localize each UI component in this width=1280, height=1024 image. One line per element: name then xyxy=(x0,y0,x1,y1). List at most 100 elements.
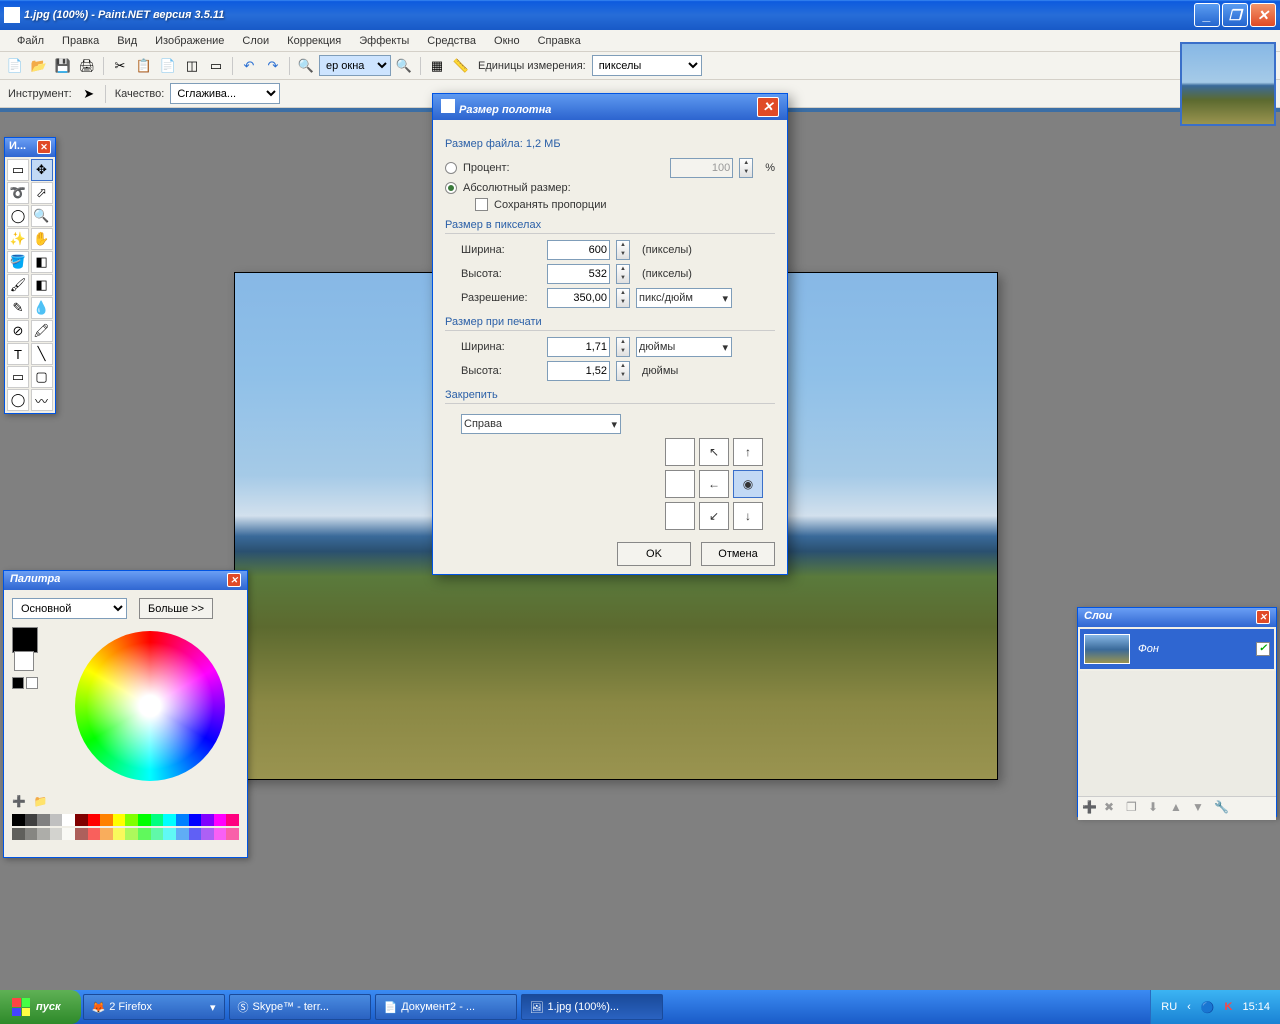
taskbar-firefox[interactable]: 🦊2 Firefox▾ xyxy=(83,994,225,1020)
move-selection-tool[interactable]: ⬀ xyxy=(31,182,53,204)
maximize-button[interactable]: ❐ xyxy=(1222,3,1248,27)
menu-tools[interactable]: Средства xyxy=(418,32,485,50)
deselect-icon[interactable]: ▭ xyxy=(205,55,227,77)
magic-wand-tool[interactable]: ✨ xyxy=(7,228,29,250)
anchor-select[interactable]: Справа xyxy=(461,414,621,434)
tools-close-icon[interactable]: ✕ xyxy=(37,140,51,154)
width-print-input[interactable] xyxy=(547,337,610,357)
menu-edit[interactable]: Правка xyxy=(53,32,108,50)
width-print-spinner[interactable]: ▲▼ xyxy=(616,337,630,357)
pencil-tool[interactable]: ✎ xyxy=(7,297,29,319)
layer-visible-checkbox[interactable]: ✓ xyxy=(1256,642,1270,656)
menu-layers[interactable]: Слои xyxy=(233,32,278,50)
lang-indicator[interactable]: RU xyxy=(1159,1001,1179,1013)
dialog-close-icon[interactable]: ✕ xyxy=(757,97,779,117)
gradient-tool[interactable]: ◧ xyxy=(31,251,53,273)
print-unit-select[interactable]: дюймы xyxy=(636,337,732,357)
taskbar-paintnet[interactable]: 🖼1.jpg (100%)... xyxy=(521,994,663,1020)
height-px-spinner[interactable]: ▲▼ xyxy=(616,264,630,284)
palette-folder-icon[interactable]: 📁 xyxy=(34,795,48,808)
line-tool[interactable]: ╲ xyxy=(31,343,53,365)
anchor-c[interactable]: ← xyxy=(699,470,729,498)
menu-effects[interactable]: Эффекты xyxy=(350,32,418,50)
new-icon[interactable]: 📄 xyxy=(4,55,26,77)
merge-down-icon[interactable]: ⬇ xyxy=(1148,800,1166,818)
taskbar-word[interactable]: 📄Документ2 - ... xyxy=(375,994,517,1020)
menu-file[interactable]: Файл xyxy=(8,32,53,50)
layer-props-icon[interactable]: 🔧 xyxy=(1214,800,1232,818)
rounded-rect-tool[interactable]: ▢ xyxy=(31,366,53,388)
units-combo[interactable]: пикселы xyxy=(592,55,702,76)
ok-button[interactable]: OK xyxy=(617,542,691,566)
menu-adjust[interactable]: Коррекция xyxy=(278,32,350,50)
open-icon[interactable]: 📂 xyxy=(28,55,50,77)
layer-item[interactable]: Фон ✓ xyxy=(1080,629,1274,669)
anchor-nw[interactable] xyxy=(665,438,695,466)
height-print-spinner[interactable]: ▲▼ xyxy=(616,361,630,381)
pan-tool[interactable]: ✋ xyxy=(31,228,53,250)
anchor-se[interactable]: ↓ xyxy=(733,502,763,530)
grid-icon[interactable]: ▦ xyxy=(426,55,448,77)
resolution-spinner[interactable]: ▲▼ xyxy=(616,288,630,308)
picker-tool[interactable]: 💧 xyxy=(31,297,53,319)
primary-color-swatch[interactable] xyxy=(12,627,38,653)
color-swatch-strip-2[interactable] xyxy=(12,828,239,840)
height-print-input[interactable] xyxy=(547,361,610,381)
move-tool[interactable]: ✥ xyxy=(31,159,53,181)
resolution-input[interactable] xyxy=(547,288,610,308)
anchor-e[interactable]: ◉ xyxy=(733,470,763,498)
cancel-button[interactable]: Отмена xyxy=(701,542,775,566)
copy-icon[interactable]: 📋 xyxy=(133,55,155,77)
tray-icon-1[interactable]: 🔵 xyxy=(1199,1001,1217,1014)
menu-window[interactable]: Окно xyxy=(485,32,529,50)
secondary-color-swatch[interactable] xyxy=(14,651,34,671)
ellipse-select-tool[interactable]: ◯ xyxy=(7,205,29,227)
menu-view[interactable]: Вид xyxy=(108,32,146,50)
anchor-sw[interactable] xyxy=(665,502,695,530)
fill-tool[interactable]: 🪣 xyxy=(7,251,29,273)
eraser-tool[interactable]: ◧ xyxy=(31,274,53,296)
move-down-icon[interactable]: ▼ xyxy=(1192,800,1210,818)
color-type-select[interactable]: Основной xyxy=(12,598,127,619)
minimize-button[interactable]: _ xyxy=(1194,3,1220,27)
clock[interactable]: 15:14 xyxy=(1240,1001,1272,1013)
duplicate-layer-icon[interactable]: ❐ xyxy=(1126,800,1144,818)
black-swatch-icon[interactable] xyxy=(12,677,24,689)
undo-icon[interactable]: ↶ xyxy=(238,55,260,77)
clone-tool[interactable]: ⊘ xyxy=(7,320,29,342)
width-px-spinner[interactable]: ▲▼ xyxy=(616,240,630,260)
brush-tool[interactable]: 🖌 xyxy=(7,274,29,296)
color-wheel[interactable] xyxy=(75,631,225,781)
cut-icon[interactable]: ✂ xyxy=(109,55,131,77)
resolution-unit-select[interactable]: пикс/дюйм xyxy=(636,288,732,308)
delete-layer-icon[interactable]: ✖ xyxy=(1104,800,1122,818)
ellipse-tool[interactable]: ◯ xyxy=(7,389,29,411)
start-button[interactable]: пуск xyxy=(0,990,81,1024)
add-layer-icon[interactable]: ➕ xyxy=(1082,800,1100,818)
crop-icon[interactable]: ◫ xyxy=(181,55,203,77)
quality-combo[interactable]: Сглажива... xyxy=(170,83,280,104)
close-button[interactable]: ✕ xyxy=(1250,3,1276,27)
text-tool[interactable]: T xyxy=(7,343,29,365)
more-button[interactable]: Больше >> xyxy=(139,598,213,619)
zoom-tool[interactable]: 🔍 xyxy=(31,205,53,227)
color-swatch-strip[interactable] xyxy=(12,814,239,826)
paste-icon[interactable]: 📄 xyxy=(157,55,179,77)
tray-arrow-icon[interactable]: ‹ xyxy=(1185,1001,1193,1013)
lasso-tool[interactable]: ➰ xyxy=(7,182,29,204)
anchor-ne[interactable]: ↑ xyxy=(733,438,763,466)
layers-close-icon[interactable]: ✕ xyxy=(1256,610,1270,624)
freeform-tool[interactable]: 〰 xyxy=(31,389,53,411)
save-icon[interactable]: 💾 xyxy=(52,55,74,77)
recolor-tool[interactable]: 🖍 xyxy=(31,320,53,342)
print-icon[interactable]: 🖨 xyxy=(76,55,98,77)
taskbar-skype[interactable]: ⓈSkype™ - terr... xyxy=(229,994,371,1020)
color-close-icon[interactable]: ✕ xyxy=(227,573,241,587)
width-px-input[interactable] xyxy=(547,240,610,260)
move-up-icon[interactable]: ▲ xyxy=(1170,800,1188,818)
zoom-in-icon[interactable]: 🔍 xyxy=(393,55,415,77)
tray-k-icon[interactable]: K xyxy=(1223,1001,1235,1013)
rect-select-tool[interactable]: ▭ xyxy=(7,159,29,181)
anchor-w[interactable] xyxy=(665,470,695,498)
image-thumbnail[interactable] xyxy=(1180,42,1276,126)
